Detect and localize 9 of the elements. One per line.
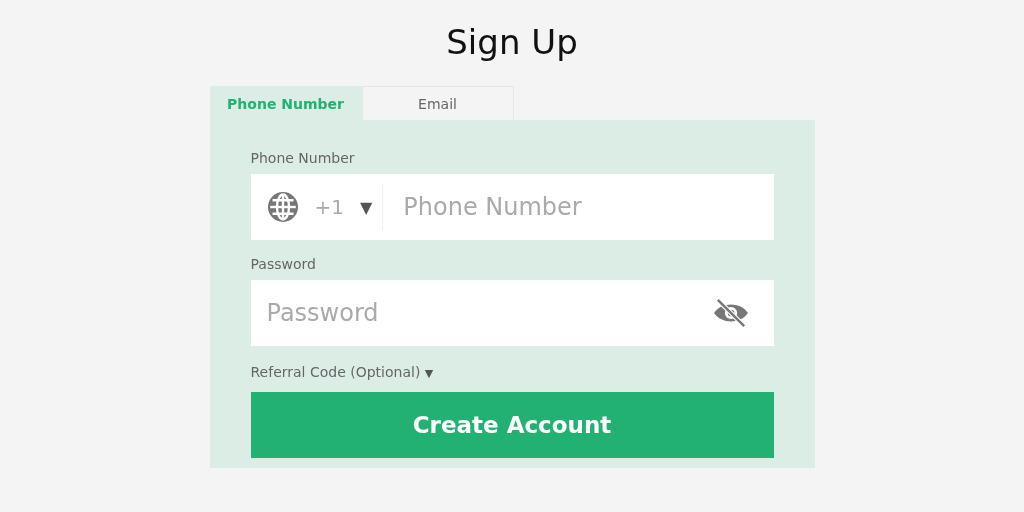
password-field[interactable]: Password xyxy=(250,280,774,346)
field-label: Password xyxy=(250,256,316,272)
referral-code-toggle[interactable]: Referral Code (Optional) ▼ xyxy=(250,364,434,380)
field-label: Phone Number xyxy=(250,150,355,166)
country-code-dropdown[interactable]: +1 ▼ xyxy=(300,184,384,230)
eye-slash-icon[interactable] xyxy=(711,297,750,329)
tab[interactable]: Email xyxy=(361,86,514,120)
page-title: Sign Up xyxy=(446,21,578,64)
phone-field[interactable]: +1 ▼ Phone Number xyxy=(250,174,774,240)
